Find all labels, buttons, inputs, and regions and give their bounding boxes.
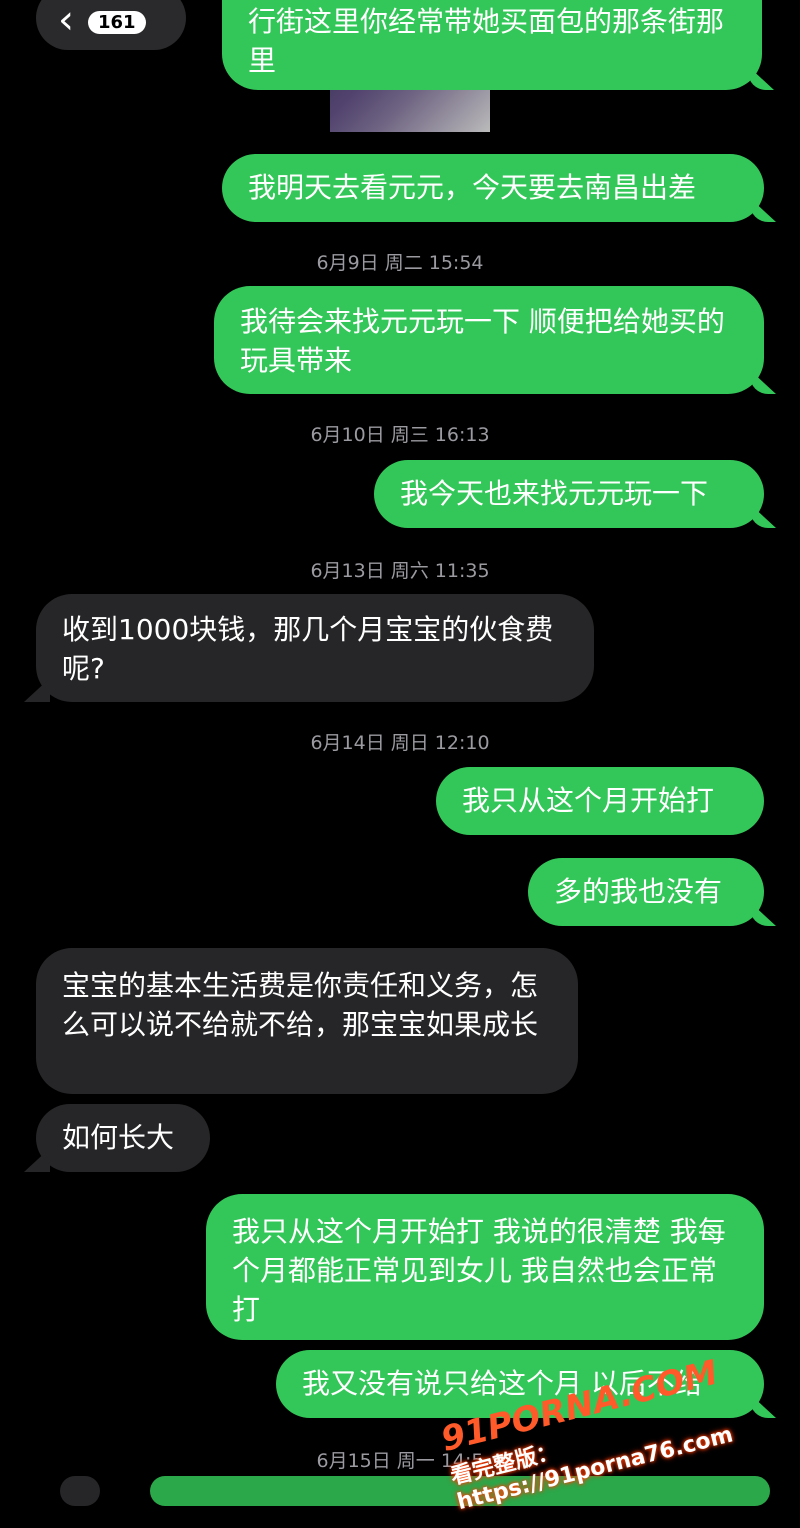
chevron-left-icon: ‹: [58, 0, 74, 43]
back-button[interactable]: ‹ 161: [36, 0, 186, 50]
message-bubble-incoming[interactable]: 如何长大: [36, 1104, 210, 1172]
message-text: 我今天也来找元元玩一下: [400, 477, 709, 510]
unread-count-badge: 161: [88, 10, 146, 34]
message-bubble-outgoing[interactable]: 多的我也没有: [528, 858, 764, 926]
message-bubble-outgoing[interactable]: 我今天也来找元元玩一下: [374, 460, 764, 528]
message-bubble-outgoing[interactable]: 我明天去看元元，今天要去南昌出差: [222, 154, 764, 222]
message-text: 我只从这个月开始打: [462, 784, 715, 817]
message-bubble-outgoing[interactable]: 我只从这个月开始打 我说的很清楚 我每个月都能正常见到女儿 我自然也会正常打: [206, 1194, 764, 1340]
timestamp: 6月9日 周二 15:54: [316, 252, 484, 274]
timestamp: 6月13日 周六 11:35: [310, 560, 490, 582]
timestamp: 6月14日 周日 12:10: [310, 732, 490, 754]
message-text: 我明天去看元元，今天要去南昌出差: [248, 171, 697, 204]
message-text: 如何长大: [62, 1121, 175, 1154]
message-bubble-outgoing[interactable]: 行街这里你经常带她买面包的那条街那里: [222, 0, 762, 90]
message-text: 我只从这个月开始打 我说的很清楚 我每个月都能正常见到女儿 我自然也会正常打: [232, 1215, 726, 1326]
message-text: 行街这里你经常带她买面包的那条街那里: [248, 5, 725, 77]
message-bubble-outgoing[interactable]: 我只从这个月开始打: [436, 767, 764, 835]
message-bubble-incoming[interactable]: 宝宝的基本生活费是你责任和义务，怎么可以说不给就不给，那宝宝如果成长: [36, 948, 578, 1094]
message-bubble-incoming-partial[interactable]: [60, 1476, 100, 1506]
timestamp: 6月10日 周三 16:13: [310, 424, 490, 446]
message-text: 宝宝的基本生活费是你责任和义务，怎么可以说不给就不给，那宝宝如果成长: [62, 969, 539, 1041]
message-bubble-outgoing[interactable]: 我待会来找元元玩一下 顺便把给她买的玩具带来: [214, 286, 764, 394]
message-bubble-incoming[interactable]: 收到1000块钱，那几个月宝宝的伙食费呢?: [36, 594, 594, 702]
message-text: 收到1000块钱，那几个月宝宝的伙食费呢?: [62, 613, 554, 685]
message-text: 多的我也没有: [554, 875, 723, 908]
message-text: 我待会来找元元玩一下 顺便把给她买的玩具带来: [240, 305, 725, 377]
